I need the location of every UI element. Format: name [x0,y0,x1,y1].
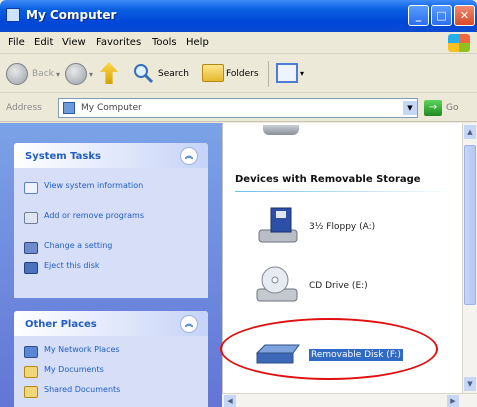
task-label[interactable]: Change a setting [44,241,112,251]
group-divider [235,191,457,192]
group-header: Devices with Removable Storage [235,174,421,185]
minimize-button[interactable]: _ [408,5,429,26]
place-label[interactable]: My Network Places [44,345,120,355]
views-icon[interactable] [276,63,298,83]
forward-arrow-icon[interactable] [65,63,87,85]
window-title: My Computer [26,8,117,22]
place-label[interactable]: Shared Documents [44,385,120,395]
vertical-scrollbar[interactable]: ▲ ▼ [462,123,477,393]
forward-dropdown-icon[interactable]: ▾ [89,70,93,79]
back-dropdown-icon[interactable]: ▾ [56,70,60,79]
my-computer-window: My Computer _ □ ✕ File Edit View Favorit… [0,0,477,407]
collapse-chevron-icon[interactable]: ︽ [180,147,198,165]
drive-label: 3½ Floppy (A:) [309,222,376,232]
cd-drive-icon [256,266,298,302]
back-label[interactable]: Back [32,69,54,79]
address-value: My Computer [81,103,142,113]
scroll-thumb[interactable] [464,145,476,305]
scroll-right-icon[interactable]: ▶ [447,395,459,407]
horizontal-scrollbar[interactable]: ◀ ▶ [222,393,477,407]
search-button[interactable]: Search [158,69,189,79]
go-button[interactable]: Go [446,103,458,113]
address-dropdown-icon[interactable]: ▼ [403,101,417,115]
task-pane: System Tasks ︽ View system information A… [0,123,222,407]
network-icon [24,346,38,358]
go-arrow-icon[interactable]: → [424,100,442,116]
system-tasks-title: System Tasks [25,151,101,162]
other-places-title: Other Places [25,319,97,330]
windows-logo-icon [448,34,470,52]
collapse-chevron-icon[interactable]: ︽ [180,315,198,333]
scroll-up-icon[interactable]: ▲ [464,125,476,139]
computer-icon [63,102,75,114]
task-label[interactable]: Add or remove programs [44,211,154,221]
address-input[interactable]: My Computer ▼ [58,98,418,118]
place-label[interactable]: My Documents [44,365,104,375]
system-tasks-panel: System Tasks ︽ View system information A… [14,143,208,298]
system-tasks-header[interactable]: System Tasks ︽ [14,143,208,168]
control-panel-icon [24,242,38,254]
maximize-button[interactable]: □ [431,5,452,26]
folders-button[interactable]: Folders [226,69,259,79]
address-bar: Address My Computer ▼ → Go [0,94,477,122]
menu-file[interactable]: File [8,37,25,48]
documents-icon [24,366,38,378]
programs-icon [24,212,38,224]
other-places-panel: Other Places ︽ My Network Places My Docu… [14,311,208,407]
shared-folder-icon [24,386,38,398]
hard-disk-icon[interactable] [263,125,299,135]
menu-bar: File Edit View Favorites Tools Help [0,32,477,54]
floppy-drive-icon [258,207,298,243]
title-bar[interactable]: My Computer _ □ ✕ [0,0,477,32]
toolbar-separator [268,61,269,87]
menu-tools[interactable]: Tools [152,37,177,48]
up-folder-icon[interactable] [100,62,118,84]
info-icon [24,182,38,194]
toolbar: Back ▾ ▾ Search Folders ▾ [0,55,477,93]
task-label[interactable]: View system information [44,181,154,191]
back-arrow-icon[interactable] [6,63,28,85]
folders-icon[interactable] [202,64,224,82]
eject-icon [24,262,38,274]
task-label[interactable]: Eject this disk [44,261,100,271]
scroll-left-icon[interactable]: ◀ [224,395,236,407]
menu-view[interactable]: View [62,37,86,48]
address-label: Address [6,103,42,113]
menu-edit[interactable]: Edit [34,37,53,48]
computer-icon [6,8,20,22]
scroll-down-icon[interactable]: ▼ [464,377,476,391]
menu-help[interactable]: Help [186,37,209,48]
search-icon[interactable] [132,62,154,84]
other-places-header[interactable]: Other Places ︽ [14,311,208,336]
menu-favorites[interactable]: Favorites [96,37,141,48]
views-dropdown-icon[interactable]: ▾ [300,69,304,78]
drive-label: CD Drive (E:) [309,281,368,291]
close-button[interactable]: ✕ [454,5,475,26]
highlight-ellipse [220,318,438,380]
